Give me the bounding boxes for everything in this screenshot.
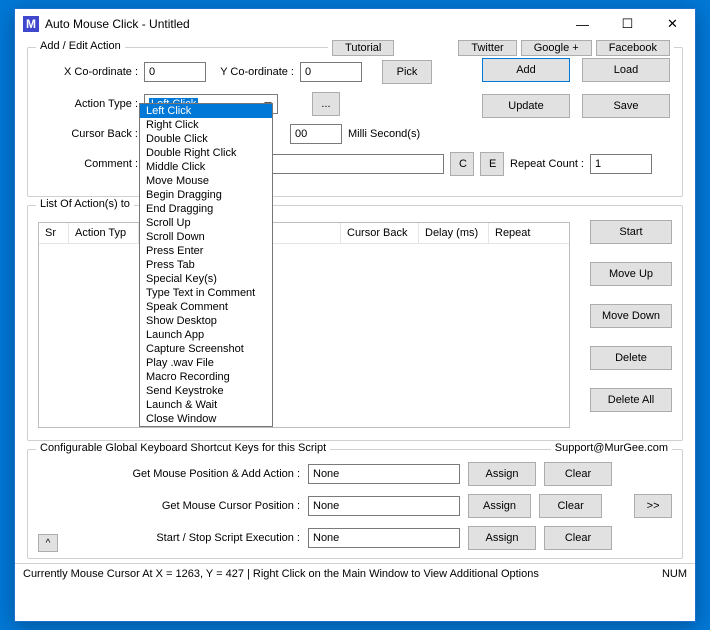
maximize-button[interactable]: ☐ [605, 9, 650, 39]
more-button[interactable]: >> [634, 494, 672, 518]
add-button[interactable]: Add [482, 58, 570, 82]
tutorial-button[interactable]: Tutorial [332, 40, 394, 56]
dropdown-option[interactable]: Move Mouse [140, 174, 272, 188]
repeat-count-label: Repeat Count : [510, 158, 584, 170]
shortcut3-clear[interactable]: Clear [544, 526, 612, 550]
dropdown-option[interactable]: Macro Recording [140, 370, 272, 384]
col-delay[interactable]: Delay (ms) [419, 223, 489, 243]
support-link[interactable]: Support@MurGee.com [551, 442, 672, 454]
status-bar: Currently Mouse Cursor At X = 1263, Y = … [15, 563, 695, 583]
col-repeat[interactable]: Repeat [489, 223, 569, 243]
shortcuts-group: Configurable Global Keyboard Shortcut Ke… [27, 449, 683, 559]
x-coord-label: X Co-ordinate : [38, 66, 138, 78]
add-edit-action-group: Add / Edit Action Tutorial Twitter Googl… [27, 47, 683, 197]
save-button[interactable]: Save [582, 94, 670, 118]
e-button[interactable]: E [480, 152, 504, 176]
list-of-actions-group: List Of Action(s) to Sr Action Typ Curso… [27, 205, 683, 441]
dropdown-option[interactable]: Play .wav File [140, 356, 272, 370]
minimize-button[interactable]: — [560, 9, 605, 39]
col-sr[interactable]: Sr [39, 223, 69, 243]
dropdown-option[interactable]: Begin Dragging [140, 188, 272, 202]
pick-button[interactable]: Pick [382, 60, 432, 84]
google-button[interactable]: Google + [521, 40, 592, 56]
dropdown-option[interactable]: Left Click [140, 104, 272, 118]
titlebar[interactable]: M Auto Mouse Click - Untitled — ☐ ✕ [15, 9, 695, 39]
app-window: M Auto Mouse Click - Untitled — ☐ ✕ Add … [14, 8, 696, 622]
y-coord-input[interactable] [300, 62, 362, 82]
dropdown-option[interactable]: Scroll Up [140, 216, 272, 230]
dropdown-option[interactable]: Special Key(s) [140, 272, 272, 286]
dropdown-option[interactable]: Capture Screenshot [140, 342, 272, 356]
x-coord-input[interactable] [144, 62, 206, 82]
shortcut1-input[interactable] [308, 464, 460, 484]
dropdown-option[interactable]: Type Text in Comment [140, 286, 272, 300]
dropdown-option[interactable]: Speak Comment [140, 300, 272, 314]
list-legend: List Of Action(s) to [36, 198, 134, 210]
repeat-count-input[interactable] [590, 154, 652, 174]
move-down-button[interactable]: Move Down [590, 304, 672, 328]
dropdown-option[interactable]: Show Desktop [140, 314, 272, 328]
dropdown-option[interactable]: Double Click [140, 132, 272, 146]
shortcut2-assign[interactable]: Assign [468, 494, 531, 518]
cursor-back-label: Cursor Back : [38, 128, 138, 140]
dropdown-option[interactable]: Press Enter [140, 244, 272, 258]
shortcut1-assign[interactable]: Assign [468, 462, 536, 486]
col-cursor-back[interactable]: Cursor Back [341, 223, 419, 243]
dropdown-option[interactable]: Middle Click [140, 160, 272, 174]
numlock-indicator: NUM [662, 568, 687, 580]
collapse-button[interactable]: ^ [38, 534, 58, 552]
actions-table[interactable]: Sr Action Typ Cursor Back Delay (ms) Rep… [38, 222, 570, 428]
c-button[interactable]: C [450, 152, 474, 176]
shortcut1-clear[interactable]: Clear [544, 462, 612, 486]
dropdown-option[interactable]: Close Window [140, 412, 272, 426]
facebook-button[interactable]: Facebook [596, 40, 670, 56]
shortcut3-input[interactable] [308, 528, 460, 548]
shortcut1-label: Get Mouse Position & Add Action : [38, 468, 300, 480]
dropdown-option[interactable]: End Dragging [140, 202, 272, 216]
dropdown-option[interactable]: Double Right Click [140, 146, 272, 160]
dropdown-option[interactable]: Launch App [140, 328, 272, 342]
table-header: Sr Action Typ Cursor Back Delay (ms) Rep… [39, 223, 569, 244]
shortcut2-label: Get Mouse Cursor Position : [38, 500, 300, 512]
load-button[interactable]: Load [582, 58, 670, 82]
window-title: Auto Mouse Click - Untitled [45, 17, 560, 31]
comment-label: Comment : [38, 158, 138, 170]
action-type-more-button[interactable]: ... [312, 92, 340, 116]
header-links: Tutorial Twitter Google + Facebook [328, 40, 674, 56]
right-action-column: Add Load Update Save [482, 58, 672, 118]
action-type-dropdown[interactable]: Left ClickRight ClickDouble ClickDouble … [139, 103, 273, 427]
move-up-button[interactable]: Move Up [590, 262, 672, 286]
app-icon: M [23, 16, 39, 32]
dropdown-option[interactable]: Scroll Down [140, 230, 272, 244]
delay-input[interactable] [290, 124, 342, 144]
dropdown-option[interactable]: Press Tab [140, 258, 272, 272]
shortcut2-clear[interactable]: Clear [539, 494, 602, 518]
shortcut3-assign[interactable]: Assign [468, 526, 536, 550]
delete-button[interactable]: Delete [590, 346, 672, 370]
dropdown-option[interactable]: Launch & Wait [140, 398, 272, 412]
close-button[interactable]: ✕ [650, 9, 695, 39]
update-button[interactable]: Update [482, 94, 570, 118]
twitter-button[interactable]: Twitter [458, 40, 516, 56]
client-area: Add / Edit Action Tutorial Twitter Googl… [15, 47, 695, 563]
dropdown-option[interactable]: Right Click [140, 118, 272, 132]
col-action-type[interactable]: Action Typ [69, 223, 139, 243]
start-button[interactable]: Start [590, 220, 672, 244]
shortcuts-legend: Configurable Global Keyboard Shortcut Ke… [36, 442, 330, 454]
group-legend: Add / Edit Action [36, 40, 125, 52]
shortcut3-label: Start / Stop Script Execution : [38, 532, 300, 544]
action-type-label: Action Type : [38, 98, 138, 110]
y-coord-label: Y Co-ordinate : [212, 66, 294, 78]
status-text: Currently Mouse Cursor At X = 1263, Y = … [23, 568, 539, 580]
list-side-buttons: Start Move Up Move Down Delete Delete Al… [590, 220, 672, 412]
delete-all-button[interactable]: Delete All [590, 388, 672, 412]
dropdown-option[interactable]: Send Keystroke [140, 384, 272, 398]
delay-unit-label: Milli Second(s) [348, 128, 420, 140]
shortcut2-input[interactable] [308, 496, 460, 516]
